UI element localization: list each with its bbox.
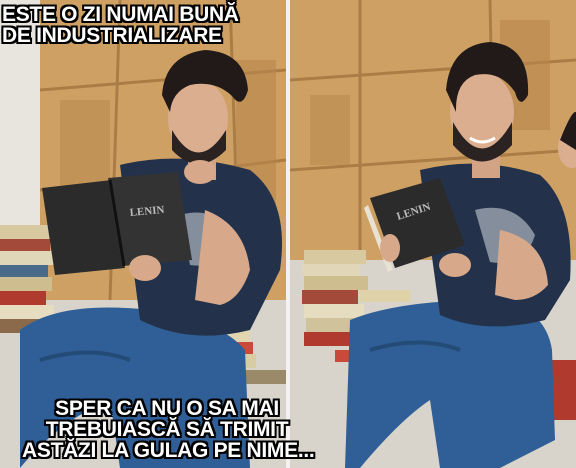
bottom-caption-line: ASTĂZI LA GULAG PE NIME...	[22, 439, 315, 462]
top-caption: ESTE O ZI NUMAI BUNĂ DE INDUSTRIALIZARE	[2, 4, 239, 46]
bottom-caption: SPER CA NU O SA MAI TREBUIASCĂ SĂ TRIMIT…	[22, 397, 315, 462]
photo-right: LENIN	[290, 0, 576, 468]
jeans	[345, 300, 555, 468]
meme-image: LENIN LENIN ESTE O ZI NUMAI BUNĂ DE INDU…	[0, 0, 576, 468]
top-caption-line: ESTE O ZI NUMAI BUNĂ	[2, 3, 239, 26]
bottom-caption-line: TREBUIASCĂ SĂ TRIMIT	[45, 418, 289, 441]
top-caption-line: DE INDUSTRIALIZARE	[2, 24, 222, 47]
photo-right-scene: LENIN	[290, 0, 576, 468]
bottom-caption-line: SPER CA NU O SA MAI	[55, 397, 279, 420]
book	[42, 172, 192, 275]
